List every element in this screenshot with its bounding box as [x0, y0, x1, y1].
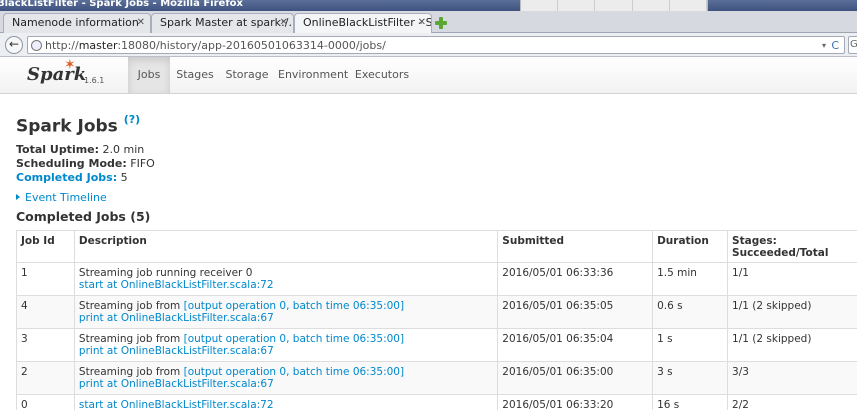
job-duration: 1.5 min: [652, 262, 729, 296]
history-dropdown-icon[interactable]: ▾: [822, 39, 826, 53]
batch-link[interactable]: [output operation 0, batch time 06:35:00…: [184, 333, 404, 345]
column-header-job-id[interactable]: Job Id: [16, 230, 75, 263]
batch-link[interactable]: [output operation 0, batch time 06:35:00…: [184, 300, 404, 312]
search-box[interactable]: G: [848, 36, 857, 54]
page-title: Spark Jobs (?): [16, 113, 141, 137]
globe-icon: [31, 40, 42, 51]
job-link[interactable]: start at OnlineBlackListFilter.scala:72: [79, 399, 274, 410]
column-header-duration[interactable]: Duration: [652, 230, 729, 263]
tab-strip: Namenode information ✕ Spark Master at s…: [0, 11, 857, 34]
completed-jobs-summary: Completed Jobs: 5: [16, 171, 128, 184]
job-link[interactable]: print at OnlineBlackListFilter.scala:67: [79, 378, 274, 390]
job-stages: 1/1 (2 skipped): [727, 295, 857, 329]
job-duration: 0.6 s: [652, 295, 729, 329]
job-duration: 1 s: [652, 328, 729, 362]
completed-jobs-heading: Completed Jobs (5): [16, 209, 151, 224]
job-duration: 16 s: [652, 394, 729, 410]
job-submitted: 2016/05/01 06:33:36: [497, 262, 654, 296]
job-submitted: 2016/05/01 06:35:04: [497, 328, 654, 362]
job-description: Streaming job from [output operation 0, …: [73, 361, 499, 395]
job-link[interactable]: start at OnlineBlackListFilter.scala:72: [79, 279, 274, 291]
tab-namenode[interactable]: Namenode information ✕: [3, 13, 151, 33]
job-description: Streaming job running receiver 0 start at…: [73, 262, 499, 296]
window-title: BlackListFilter - Spark Jobs - Mozilla F…: [0, 0, 243, 9]
job-duration: 3 s: [652, 361, 729, 395]
nav-storage[interactable]: Storage: [222, 57, 272, 93]
nav-jobs[interactable]: Jobs: [128, 57, 170, 93]
back-arrow-icon[interactable]: ←: [5, 36, 23, 54]
job-stages: 2/2: [727, 394, 857, 410]
spark-version: 1.6.1: [84, 76, 105, 85]
completed-jobs-link[interactable]: Completed Jobs:: [16, 171, 117, 184]
job-stages: 3/3: [727, 361, 857, 395]
job-id: 3: [16, 328, 75, 362]
job-description: Streaming job from [output operation 0, …: [73, 328, 499, 362]
close-icon[interactable]: ✕: [418, 14, 426, 32]
tab-label: Spark Master at spark:/...: [160, 16, 294, 29]
tab-onlineblacklistfilter[interactable]: OnlineBlackListFilter - S... ✕: [294, 13, 432, 34]
table-row: 4 Streaming job from [output operation 0…: [16, 295, 857, 329]
batch-link[interactable]: [output operation 0, batch time 06:35:00…: [184, 366, 404, 378]
tab-spark-master[interactable]: Spark Master at spark:/... ✕: [151, 13, 294, 33]
url-bar[interactable]: http://master:18080/history/app-20160501…: [27, 36, 845, 54]
job-submitted: 2016/05/01 06:33:20: [497, 394, 654, 410]
job-description: start at OnlineBlackListFilter.scala:72: [73, 394, 499, 410]
navigation-bar: ← http://master:18080/history/app-201605…: [0, 33, 857, 57]
column-header-submitted[interactable]: Submitted: [497, 230, 654, 263]
tab-label: OnlineBlackListFilter - S...: [303, 16, 432, 29]
help-link[interactable]: (?): [124, 113, 140, 126]
spark-star-icon: ✶: [64, 57, 76, 73]
tab-label: Namenode information: [12, 16, 139, 29]
scheduling-mode: Scheduling Mode: FIFO: [16, 157, 155, 170]
spark-navbar: Spark ✶ 1.6.1 Jobs Stages Storage Enviro…: [0, 57, 857, 94]
job-id: 1: [16, 262, 75, 296]
column-header-description[interactable]: Description: [73, 230, 499, 263]
job-id: 0: [16, 394, 75, 410]
job-id: 2: [16, 361, 75, 395]
column-header-stages[interactable]: Stages: Succeeded/Total: [727, 230, 857, 263]
nav-executors[interactable]: Executors: [352, 57, 412, 93]
job-submitted: 2016/05/01 06:35:00: [497, 361, 654, 395]
url-text: http://master:18080/history/app-20160501…: [45, 39, 386, 52]
table-row: 3 Streaming job from [output operation 0…: [16, 328, 857, 362]
total-uptime: Total Uptime: 2.0 min: [16, 143, 145, 156]
job-description: Streaming job from [output operation 0, …: [73, 295, 499, 329]
table-row: 1 Streaming job running receiver 0 start …: [16, 262, 857, 296]
job-stages: 1/1 (2 skipped): [727, 328, 857, 362]
new-tab-plus-icon[interactable]: [434, 16, 448, 30]
job-stages: 1/1: [727, 262, 857, 296]
close-icon[interactable]: ✕: [137, 14, 145, 32]
reload-icon[interactable]: C: [831, 38, 839, 53]
nav-environment[interactable]: Environment: [278, 57, 348, 93]
table-row: 0 start at OnlineBlackListFilter.scala:7…: [16, 394, 857, 410]
close-icon[interactable]: ✕: [280, 14, 288, 32]
table-row: 2 Streaming job from [output operation 0…: [16, 361, 857, 395]
job-link[interactable]: print at OnlineBlackListFilter.scala:67: [79, 345, 274, 357]
expand-arrow-icon: [16, 194, 20, 200]
job-id: 4: [16, 295, 75, 329]
job-submitted: 2016/05/01 06:35:05: [497, 295, 654, 329]
event-timeline-toggle[interactable]: Event Timeline: [16, 191, 107, 204]
window-titlebar: BlackListFilter - Spark Jobs - Mozilla F…: [0, 0, 857, 11]
completed-jobs-table: Job Id Description Submitted Duration St…: [16, 230, 857, 410]
job-link[interactable]: print at OnlineBlackListFilter.scala:67: [79, 312, 274, 324]
nav-stages[interactable]: Stages: [172, 57, 218, 93]
